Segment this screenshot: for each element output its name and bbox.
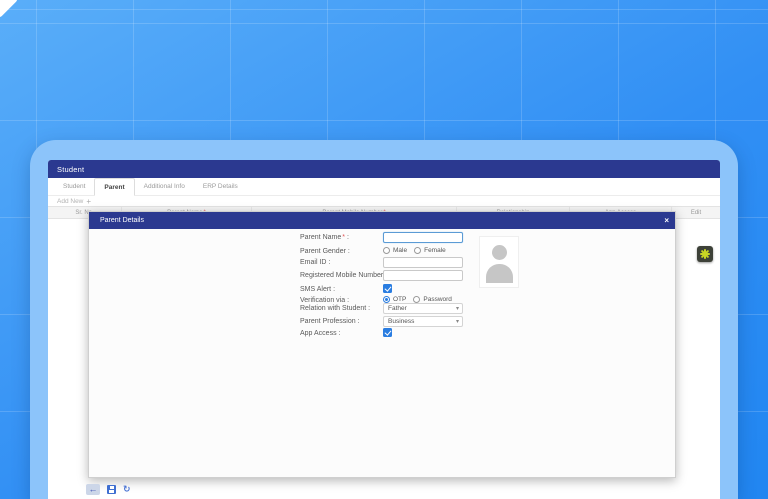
relation-label: Relation with Student bbox=[300, 305, 366, 312]
app-access-label: App Access bbox=[300, 330, 337, 337]
parent-name-input[interactable] bbox=[383, 232, 463, 243]
save-icon[interactable] bbox=[107, 485, 116, 494]
close-icon[interactable]: × bbox=[664, 212, 669, 229]
back-button[interactable]: ← bbox=[86, 484, 100, 495]
chevron-down-icon: ▾ bbox=[456, 318, 459, 327]
add-new-label: Add New bbox=[57, 198, 83, 205]
field-row-registered-mobile: Registered Mobile Number For App*: bbox=[89, 270, 675, 283]
female-radio-label: Female bbox=[424, 247, 446, 254]
back-arrow-icon: ← bbox=[89, 485, 98, 494]
field-row-parent-name: Parent Name*: bbox=[89, 232, 675, 245]
profession-label: Parent Profession bbox=[300, 318, 356, 325]
tab-parent[interactable]: Parent bbox=[94, 178, 134, 196]
field-row-relation: Relation with Student: Father ▾ bbox=[89, 303, 675, 316]
password-radio[interactable] bbox=[413, 296, 420, 303]
relation-select[interactable]: Father ▾ bbox=[383, 303, 463, 314]
add-new-link[interactable]: Add New + bbox=[57, 196, 91, 206]
tab-erp-details[interactable]: ERP Details bbox=[194, 178, 247, 195]
field-row-email: Email ID: bbox=[89, 257, 675, 270]
parent-details-modal: Parent Details × Parent Name*: Parent Ge… bbox=[88, 211, 676, 478]
sms-alert-checkbox[interactable] bbox=[383, 284, 392, 293]
registered-mobile-input[interactable] bbox=[383, 270, 463, 281]
app-access-checkbox[interactable] bbox=[383, 328, 392, 337]
modal-header: Parent Details bbox=[89, 212, 675, 229]
modal-title: Parent Details bbox=[100, 217, 144, 224]
plus-icon: + bbox=[86, 197, 91, 206]
bottom-toolbar: ← ↻ bbox=[86, 484, 131, 495]
chevron-down-icon: ▾ bbox=[456, 305, 459, 314]
otp-radio[interactable] bbox=[383, 296, 390, 303]
otp-radio-label: OTP bbox=[393, 296, 406, 303]
window-title: Student bbox=[57, 165, 84, 174]
page-background: Student Student Parent Additional Info E… bbox=[0, 0, 768, 499]
column-edit: Edit bbox=[672, 207, 720, 218]
corner-decoration bbox=[0, 0, 19, 19]
profession-select-value: Business bbox=[388, 318, 414, 325]
device-frame: Student Student Parent Additional Info E… bbox=[30, 140, 738, 499]
male-radio-label: Male bbox=[393, 247, 407, 254]
female-radio[interactable] bbox=[414, 247, 421, 254]
email-label: Email ID bbox=[300, 259, 326, 266]
window-titlebar: Student bbox=[48, 160, 720, 178]
relation-select-value: Father bbox=[388, 305, 407, 312]
tab-student[interactable]: Student bbox=[54, 178, 94, 195]
tab-bar: Student Parent Additional Info ERP Detai… bbox=[48, 178, 720, 196]
app-window: Student Student Parent Additional Info E… bbox=[48, 160, 720, 499]
email-input[interactable] bbox=[383, 257, 463, 268]
refresh-icon[interactable]: ↻ bbox=[123, 485, 131, 494]
profession-select[interactable]: Business ▾ bbox=[383, 316, 463, 327]
male-radio[interactable] bbox=[383, 247, 390, 254]
tab-additional-info[interactable]: Additional Info bbox=[135, 178, 194, 195]
parent-photo-placeholder[interactable] bbox=[479, 236, 519, 288]
floating-asterisk-badge[interactable] bbox=[697, 246, 713, 262]
field-row-app-access: App Access: bbox=[89, 328, 675, 341]
password-radio-label: Password bbox=[423, 296, 452, 303]
parent-gender-label: Parent Gender bbox=[300, 248, 346, 255]
parent-name-label: Parent Name bbox=[300, 234, 341, 241]
sms-alert-label: SMS Alert bbox=[300, 286, 331, 293]
